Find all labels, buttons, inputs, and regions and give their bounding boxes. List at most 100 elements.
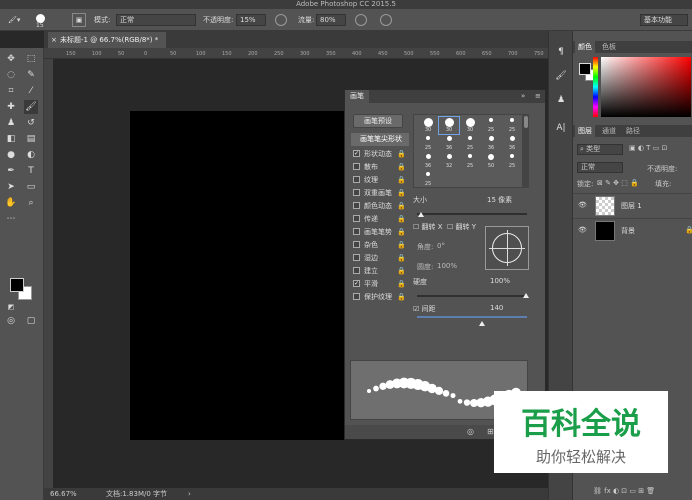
- kind-filter-select[interactable]: ⌕ 类型: [577, 144, 623, 155]
- move-tool-icon[interactable]: ✥: [4, 52, 18, 66]
- hardness-slider-track[interactable]: [417, 295, 527, 297]
- tab-channels[interactable]: 通道: [599, 125, 619, 137]
- flow-input[interactable]: 80%: [316, 14, 346, 26]
- document-tab[interactable]: × 未标题-1 @ 66.7%(RGB/8*) *: [48, 32, 166, 48]
- brush-option-row[interactable]: 颜色动态 🔒: [353, 200, 409, 212]
- brush-preset-picker[interactable]: 15: [36, 11, 45, 29]
- spacing-value[interactable]: 140: [490, 304, 503, 312]
- brush-panel-toggle-icon[interactable]: ▣: [72, 13, 86, 27]
- tab-paths[interactable]: 路径: [623, 125, 643, 137]
- brush-option-row[interactable]: 杂色 🔒: [353, 239, 409, 251]
- lock-icons[interactable]: ⊠ ✎ ✥ ⬚ 🔒: [597, 179, 639, 187]
- size-slider-track[interactable]: [417, 213, 527, 215]
- brush-tip-item[interactable]: 30: [418, 117, 438, 134]
- brush-tip-item[interactable]: 25: [460, 135, 480, 152]
- option-lock-icon[interactable]: 🔒: [397, 252, 406, 264]
- mode-select[interactable]: 正常: [116, 14, 196, 26]
- close-tab-icon[interactable]: ×: [51, 32, 57, 48]
- brush-option-checkbox[interactable]: [353, 176, 360, 183]
- flip-y-checkbox[interactable]: ☐ 翻转 Y: [447, 222, 476, 232]
- option-lock-icon[interactable]: 🔒: [397, 174, 406, 186]
- history-panel-icon[interactable]: ¶: [554, 45, 568, 59]
- brush-tip-item[interactable]: 30: [460, 117, 480, 134]
- stamp-tool-icon[interactable]: ♟: [4, 116, 18, 130]
- foreground-color-swatch[interactable]: [10, 278, 24, 292]
- option-lock-icon[interactable]: 🔒: [397, 291, 406, 303]
- brush-option-checkbox[interactable]: [353, 254, 360, 261]
- blur-tool-icon[interactable]: ●: [4, 148, 18, 162]
- visibility-eye-icon[interactable]: 👁: [578, 201, 587, 209]
- brush-option-checkbox[interactable]: [353, 202, 360, 209]
- toggle-preview-icon[interactable]: ◎: [467, 427, 474, 436]
- layer-footer-icons[interactable]: ⛓ fx ◐ ⊡ ▭ ⊞ 🗑: [593, 487, 655, 495]
- brush-option-row[interactable]: 建立 🔒: [353, 265, 409, 277]
- tab-swatches[interactable]: 色板: [599, 41, 619, 53]
- default-colors-icon[interactable]: ◩: [4, 300, 18, 314]
- pressure-opacity-icon[interactable]: [275, 14, 287, 26]
- quick-mask-icon[interactable]: ◎: [4, 314, 18, 328]
- brush-option-row[interactable]: 双重画笔 🔒: [353, 187, 409, 199]
- brush-tip-item[interactable]: 25: [502, 153, 522, 170]
- option-lock-icon[interactable]: 🔒: [397, 226, 406, 238]
- option-lock-icon[interactable]: 🔒: [397, 200, 406, 212]
- brush-tip-item[interactable]: 36: [418, 153, 438, 170]
- brush-panel-tab[interactable]: 画笔: [345, 90, 369, 103]
- brush-tip-item[interactable]: 32: [439, 153, 459, 170]
- brush-option-row[interactable]: 画笔笔势 🔒: [353, 226, 409, 238]
- brush-option-row[interactable]: 纹理 🔒: [353, 174, 409, 186]
- brush-option-checkbox[interactable]: [353, 189, 360, 196]
- marquee-tool-icon[interactable]: ⬚: [24, 52, 38, 66]
- option-lock-icon[interactable]: 🔒: [397, 187, 406, 199]
- option-lock-icon[interactable]: 🔒: [397, 161, 406, 173]
- layer-row[interactable]: 👁 图层 1: [573, 193, 692, 217]
- status-arrow-icon[interactable]: ›: [188, 488, 191, 500]
- eyedropper-tool-icon[interactable]: ⁄: [24, 84, 38, 98]
- hardness-value[interactable]: 100%: [490, 277, 510, 285]
- color-panel-foreground[interactable]: [579, 63, 591, 75]
- brush-presets-button[interactable]: 画笔预设: [353, 114, 403, 128]
- brush-tool-icon[interactable]: 🖌▾: [8, 13, 20, 27]
- brush-panel-icon[interactable]: 🖌: [554, 69, 568, 83]
- zoom-level[interactable]: 66.67%: [50, 488, 77, 500]
- brush-tip-grid[interactable]: 30 30 30 25 25 25 36 25 36 36 36 32 25 50 25 25: [413, 114, 523, 188]
- dodge-tool-icon[interactable]: ◐: [24, 148, 38, 162]
- lasso-tool-icon[interactable]: ◌: [4, 68, 18, 82]
- airbrush-icon[interactable]: [355, 14, 367, 26]
- new-brush-icon[interactable]: ⊞: [487, 427, 494, 436]
- crop-tool-icon[interactable]: ⌗: [4, 84, 18, 98]
- opacity-input[interactable]: 15%: [236, 14, 266, 26]
- brush-tip-item[interactable]: 36: [439, 135, 459, 152]
- angle-value[interactable]: 0°: [437, 242, 445, 250]
- pen-tool-icon[interactable]: ✒: [4, 164, 18, 178]
- hand-tool-icon[interactable]: ✋: [4, 196, 18, 210]
- roundness-value[interactable]: 100%: [437, 262, 457, 270]
- brush-tip-item[interactable]: 25: [481, 117, 501, 134]
- pressure-size-icon[interactable]: [380, 14, 392, 26]
- color-spectrum[interactable]: [601, 57, 691, 117]
- blend-mode-select[interactable]: 正常: [577, 162, 623, 173]
- brush-option-checkbox[interactable]: ✓: [353, 280, 360, 287]
- brush-option-row[interactable]: 传递 🔒: [353, 213, 409, 225]
- option-lock-icon[interactable]: 🔒: [397, 278, 406, 290]
- brush-tool-icon[interactable]: 🖌: [24, 100, 38, 114]
- brush-option-row[interactable]: ✓ 平滑 🔒: [353, 278, 409, 290]
- history-brush-tool-icon[interactable]: ↺: [24, 116, 38, 130]
- gradient-tool-icon[interactable]: ▤: [24, 132, 38, 146]
- option-lock-icon[interactable]: 🔒: [397, 213, 406, 225]
- tab-layers[interactable]: 图层: [575, 125, 595, 137]
- brush-option-checkbox[interactable]: [353, 163, 360, 170]
- panel-menu-icon[interactable]: ≡: [535, 92, 541, 100]
- hardness-slider-thumb[interactable]: [523, 293, 529, 298]
- hue-strip[interactable]: [593, 57, 598, 117]
- option-lock-icon[interactable]: 🔒: [397, 239, 406, 251]
- layer-filter-icons[interactable]: ▣ ◐ T ▭ ⊡: [629, 144, 667, 152]
- angle-roundness-widget[interactable]: [485, 226, 529, 270]
- brush-tip-item[interactable]: 25: [502, 117, 522, 134]
- tab-color[interactable]: 颜色: [575, 41, 595, 53]
- spacing-checkbox[interactable]: ☑ 间距: [413, 304, 436, 314]
- character-panel-icon[interactable]: A|: [554, 121, 568, 135]
- brush-tip-item[interactable]: 30: [438, 116, 460, 135]
- brush-option-checkbox[interactable]: [353, 293, 360, 300]
- size-slider-thumb[interactable]: [418, 212, 424, 217]
- type-tool-icon[interactable]: T: [24, 164, 38, 178]
